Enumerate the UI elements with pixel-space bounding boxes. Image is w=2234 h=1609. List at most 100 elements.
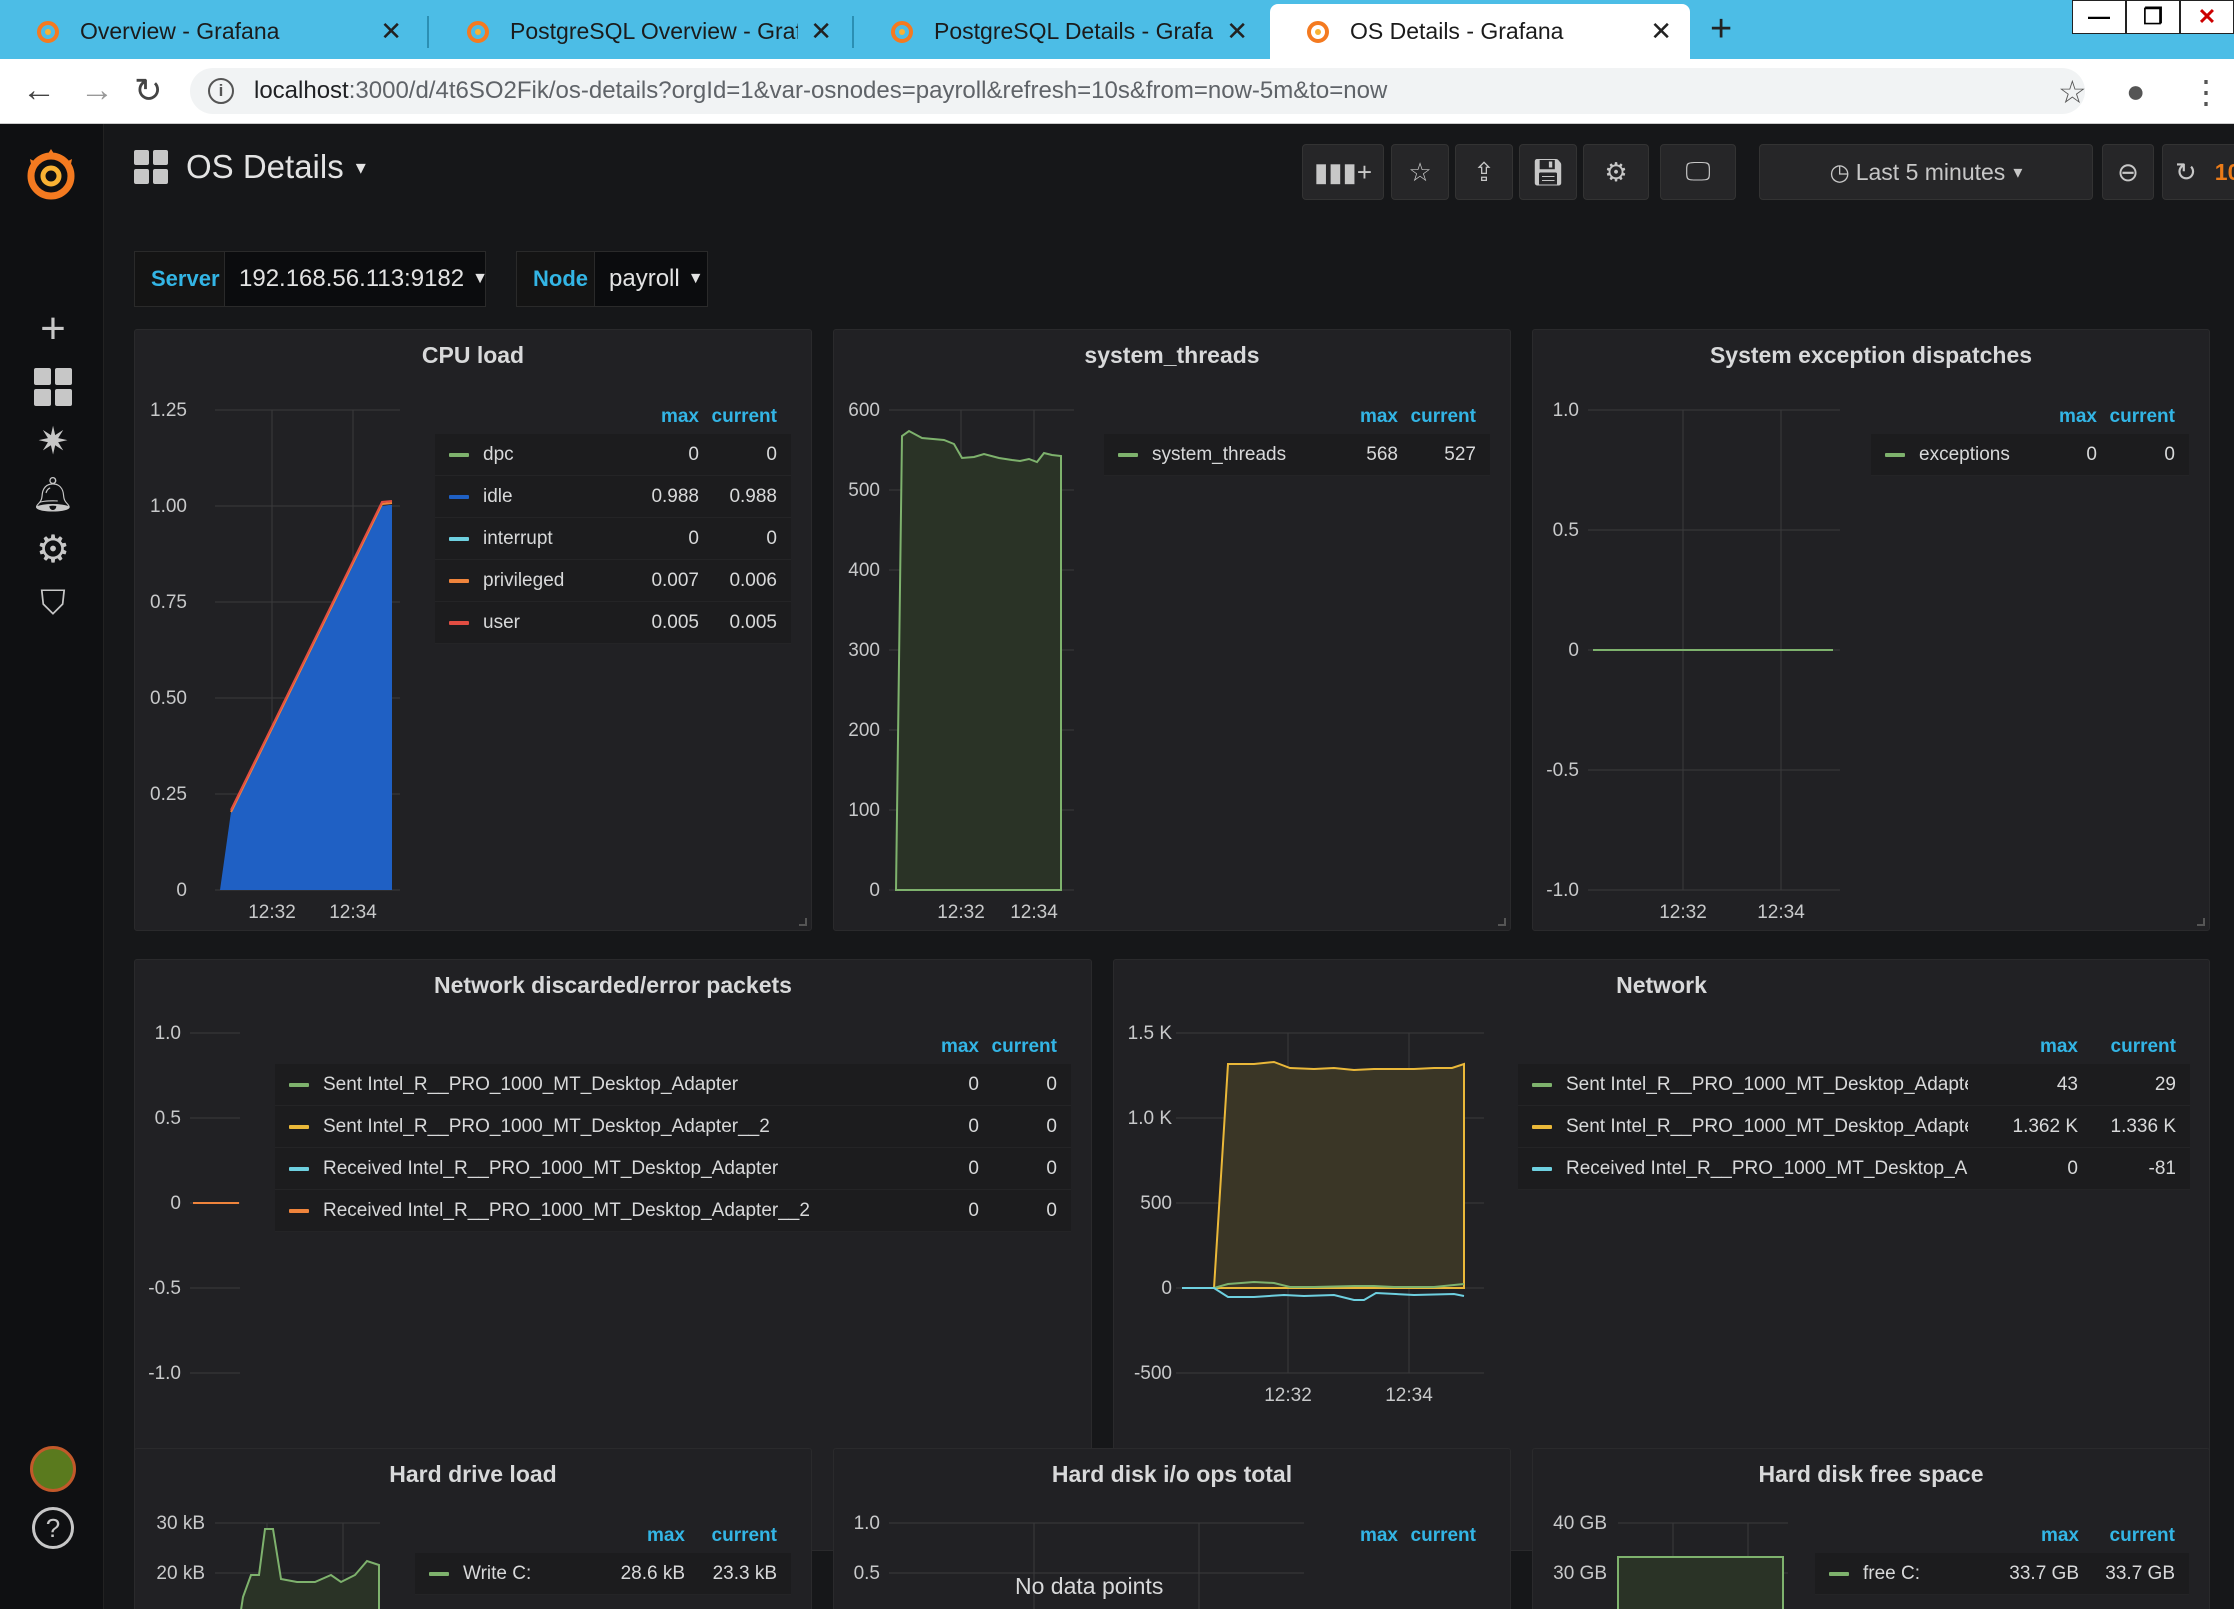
site-info-icon[interactable]: i [208,78,234,104]
legend-current-header[interactable]: current [685,1525,791,1547]
legend-row[interactable]: exceptions 0 0 [1871,434,2189,476]
series-name: Write C: [463,1562,532,1584]
legend-row[interactable]: Write C: 28.6 kB 23.3 kB [415,1553,791,1595]
y-axis-ticks: 1.0 0.5 0 -0.5 -1.0 [148,1023,181,1384]
series-swatch [449,578,469,583]
legend-row[interactable]: Received Intel_R__PRO_1000_MT_Desktop_Ad… [1518,1148,2190,1190]
close-tab-icon[interactable]: ✕ [380,16,402,47]
server-variable-dropdown[interactable]: 192.168.56.113:9182 ▼ [224,251,488,307]
series-name: Sent Intel_R__PRO_1000_MT_Desktop_Adapte… [1566,1115,1968,1137]
y-axis-ticks: 600 500 400 300 200 100 0 [848,400,880,901]
legend-max-header[interactable]: max [1328,406,1398,428]
panel-resize-handle[interactable] [799,918,807,926]
legend-row[interactable]: interrupt 0 0 [435,518,791,560]
exceptions-legend: max current exceptions 0 0 [1871,400,2189,476]
legend-max-header[interactable]: max [1338,1525,1398,1547]
panel-resize-handle[interactable] [1498,918,1506,926]
gear-icon: ⚙ [1604,156,1628,187]
dashboards-icon[interactable] [30,364,76,410]
browser-menu-icon[interactable]: ⋮ [2190,73,2222,111]
panel-cpu-load[interactable]: CPU load 1.25 1.00 0.75 0.50 0.25 0 12:3… [134,329,812,931]
legend-row[interactable]: Sent Intel_R__PRO_1000_MT_Desktop_Adapte… [275,1064,1071,1106]
browser-tab[interactable]: Overview - Grafana ✕ [0,4,420,59]
legend-row[interactable]: Sent Intel_R__PRO_1000_MT_Desktop_Adapte… [1518,1064,2190,1106]
legend-max-header[interactable]: max [909,1036,979,1058]
refresh-button[interactable]: ↻ 10s ▾ [2162,144,2234,200]
close-tab-icon[interactable]: ✕ [1650,16,1672,47]
legend-header: max current [1324,1519,1490,1553]
legend-max-header[interactable]: max [2037,406,2097,428]
legend-current-header[interactable]: current [2079,1525,2189,1547]
bookmark-star-icon[interactable]: ☆ [2058,73,2087,111]
server-admin-shield-icon[interactable]: ⛉ [30,580,76,626]
legend-row[interactable]: user 0.005 0.005 [435,602,791,644]
alerting-bell-icon[interactable]: 🔔︎ [30,472,76,518]
legend-current-header[interactable]: current [2097,406,2189,428]
browser-tab-active[interactable]: OS Details - Grafana ✕ [1270,4,1690,59]
share-dashboard-button[interactable]: ⇪ [1455,144,1513,200]
legend-row[interactable]: idle 0.988 0.988 [435,476,791,518]
save-dashboard-button[interactable]: 💾︎ [1519,144,1577,200]
legend-max-header[interactable]: max [1968,1036,2078,1058]
legend-row[interactable]: system_threads 568 527 [1104,434,1490,476]
panel-hard-drive-load[interactable]: Hard drive load 30 kB 20 kB max current W… [134,1448,812,1609]
window-close-icon[interactable]: ✕ [2180,0,2234,34]
panel-system-threads[interactable]: system_threads 600 500 400 300 200 100 0… [833,329,1511,931]
legend-current-header[interactable]: current [2078,1036,2190,1058]
panel-system-exceptions[interactable]: System exception dispatches 1.0 0.5 0 -0… [1532,329,2210,931]
panel-resize-handle[interactable] [2197,918,2205,926]
dashboard-picker[interactable]: OS Details ▾ [134,148,366,186]
legend-current-header[interactable]: current [699,406,791,428]
restore-icon[interactable]: ❐ [2126,0,2180,34]
series-max: 0 [968,1115,979,1137]
legend-current-header[interactable]: current [979,1036,1071,1058]
close-tab-icon[interactable]: ✕ [810,16,832,47]
new-tab-button[interactable]: + [1710,8,1732,51]
legend-max-header[interactable]: max [595,1525,685,1547]
node-variable-dropdown[interactable]: payroll ▼ [594,251,708,307]
help-icon[interactable]: ? [32,1507,74,1549]
series-swatch [289,1124,309,1129]
legend-current-header[interactable]: current [1398,1525,1490,1547]
create-plus-icon[interactable]: + [30,304,76,353]
browser-tab[interactable]: PostgreSQL Details - Grafana ✕ [854,4,1266,59]
user-avatar[interactable] [30,1446,76,1492]
series-swatch [449,620,469,625]
back-icon[interactable]: ← [22,71,56,110]
legend-row[interactable]: Received Intel_R__PRO_1000_MT_Desktop_Ad… [275,1148,1071,1190]
legend-row[interactable]: Sent Intel_R__PRO_1000_MT_Desktop_Adapte… [275,1106,1071,1148]
view-mode-button[interactable]: 🖵︎ [1660,144,1736,200]
free-c-series [1617,1556,1784,1609]
minimize-icon[interactable]: — [2072,0,2126,34]
zoom-out-button[interactable]: ⊖ [2102,144,2154,200]
forward-icon[interactable]: → [80,71,114,110]
time-picker[interactable]: ◷ Last 5 minutes ▾ [1759,144,2093,200]
close-tab-icon[interactable]: ✕ [1226,16,1248,47]
y-tick: 0 [1161,1278,1172,1299]
url-field[interactable]: i localhost:3000/d/4t6SO2Fik/os-details?… [190,68,2085,114]
configuration-gear-icon[interactable]: ⚙ [30,526,76,572]
browser-tab[interactable]: PostgreSQL Overview - Grafana ✕ [430,4,850,59]
legend-max-header[interactable]: max [617,406,699,428]
legend-max-header[interactable]: max [1979,1525,2079,1547]
star-dashboard-button[interactable]: ☆ [1391,144,1449,200]
tab-label: OS Details - Grafana [1350,18,1564,44]
panel-hard-disk-io[interactable]: Hard disk i/o ops total 1.0 0.5 No data … [833,1448,1511,1609]
add-panel-button[interactable]: ▮▮▮+ [1302,144,1384,200]
panel-hard-disk-free[interactable]: Hard disk free space 40 GB 30 GB max curr… [1532,1448,2210,1609]
series-swatch [449,536,469,541]
legend-row[interactable]: privileged 0.007 0.006 [435,560,791,602]
account-icon[interactable]: ● [2126,73,2145,110]
dashboard-settings-button[interactable]: ⚙ [1583,144,1649,200]
refresh-interval[interactable]: 10s [2215,159,2234,186]
legend-row[interactable]: free C: 33.7 GB 33.7 GB [1815,1553,2189,1595]
explore-compass-icon[interactable]: ✷ [30,418,76,464]
legend-current-header[interactable]: current [1398,406,1490,428]
series-current: -81 [2148,1157,2176,1179]
grafana-logo-icon[interactable] [20,143,82,205]
reload-icon[interactable]: ↻ [134,71,163,111]
legend-row[interactable]: Received Intel_R__PRO_1000_MT_Desktop_Ad… [275,1190,1071,1232]
legend-row[interactable]: dpc 0 0 [435,434,791,476]
server-variable-value: 192.168.56.113:9182 [239,265,465,292]
legend-row[interactable]: Sent Intel_R__PRO_1000_MT_Desktop_Adapte… [1518,1106,2190,1148]
